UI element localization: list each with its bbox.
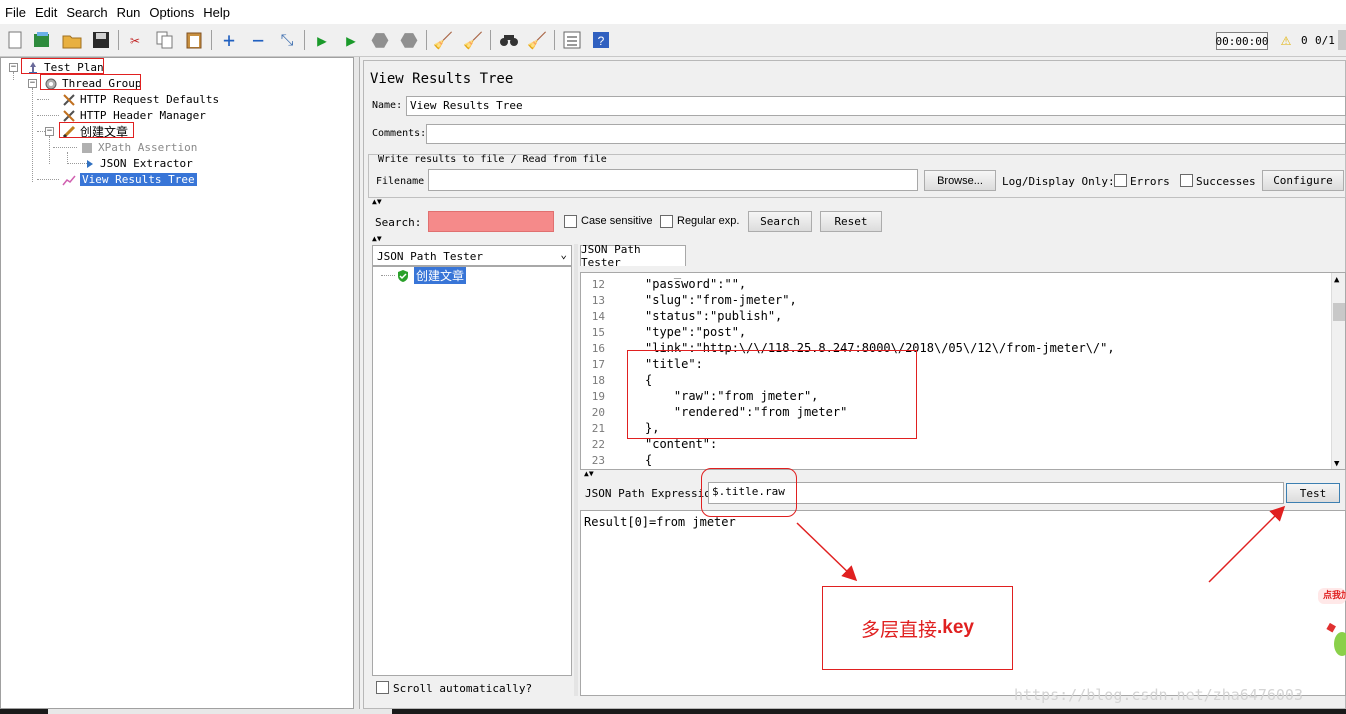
annotation-note-key: .key: [937, 617, 974, 638]
annotation-arrow-expression: [796, 522, 858, 582]
floating-badge[interactable]: 点我加: [1318, 588, 1346, 604]
annotation-arrows: [796, 505, 1286, 583]
floating-badge-text: 点我加: [1323, 590, 1346, 600]
mascot-icon: [1326, 620, 1346, 656]
annotation-note: 多层直接 .key: [822, 586, 1013, 670]
annotation-arrow-test: [1208, 505, 1286, 583]
watermark: https://blog.csdn.net/zha6476003: [1014, 686, 1303, 704]
taskbar-segment: [48, 709, 392, 714]
annotation-note-text: 多层直接: [861, 619, 938, 641]
